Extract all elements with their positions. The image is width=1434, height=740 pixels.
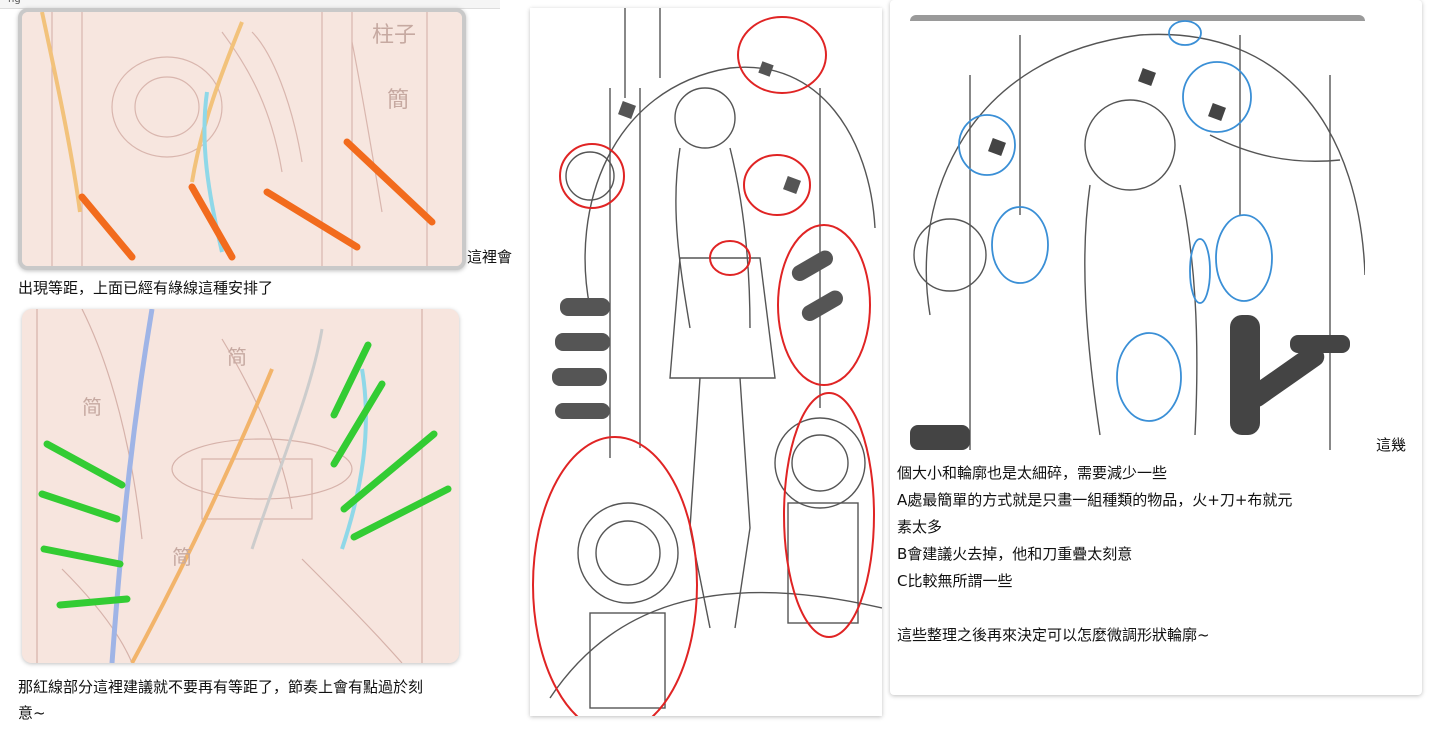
header-snippet: ng [8, 0, 21, 5]
comment-line: 這些整理之後再來決定可以怎麼微調形狀輪廓~ [897, 626, 1210, 644]
caption-1-part-a: 這裡會 [467, 248, 513, 266]
lineart-image-blue-circles[interactable] [910, 15, 1365, 450]
lineart-drawing [530, 8, 882, 716]
comment-line [897, 595, 1292, 622]
comment-line: 個大小和輪廓也是太細碎，需要減少一些 [897, 464, 1168, 482]
svg-text:简: 简 [82, 395, 102, 419]
lineart-image-red-circles[interactable] [530, 8, 882, 716]
lineart-drawing [910, 15, 1365, 450]
sketch-drawing: 简 简 简 [22, 309, 459, 663]
comment-line: B會建議火去掉，他和刀重疊太刻意 [897, 545, 1133, 563]
comment-text-lines: 個大小和輪廓也是太細碎，需要減少一些 A處最簡單的方式就是只畫一組種類的物品，火… [897, 460, 1292, 649]
caption-2-line-2: 意~ [18, 704, 46, 722]
sketch-image-green-strokes[interactable]: 简 简 简 [22, 309, 459, 663]
svg-text:简: 简 [172, 545, 192, 569]
caption-2-line-1: 那紅線部分這裡建議就不要再有等距了，節奏上會有點過於刻 [18, 678, 424, 696]
comment-line: 素太多 [897, 518, 943, 536]
svg-text:柱子: 柱子 [372, 23, 416, 48]
sketch-image-orange-strokes[interactable]: 柱子 簡 [18, 8, 466, 270]
comment-line: C比較無所謂一些 [897, 572, 1013, 590]
svg-text:简: 简 [227, 345, 247, 369]
caption-1-part-b: 出現等距，上面已經有綠線這種安排了 [18, 279, 274, 297]
comment-trailing-word: 這幾 [1376, 436, 1407, 454]
comment-line: A處最簡單的方式就是只畫一組種類的物品，火+刀+布就元 [897, 491, 1293, 509]
svg-text:簡: 簡 [387, 88, 409, 113]
sketch-drawing: 柱子 簡 [22, 12, 462, 266]
